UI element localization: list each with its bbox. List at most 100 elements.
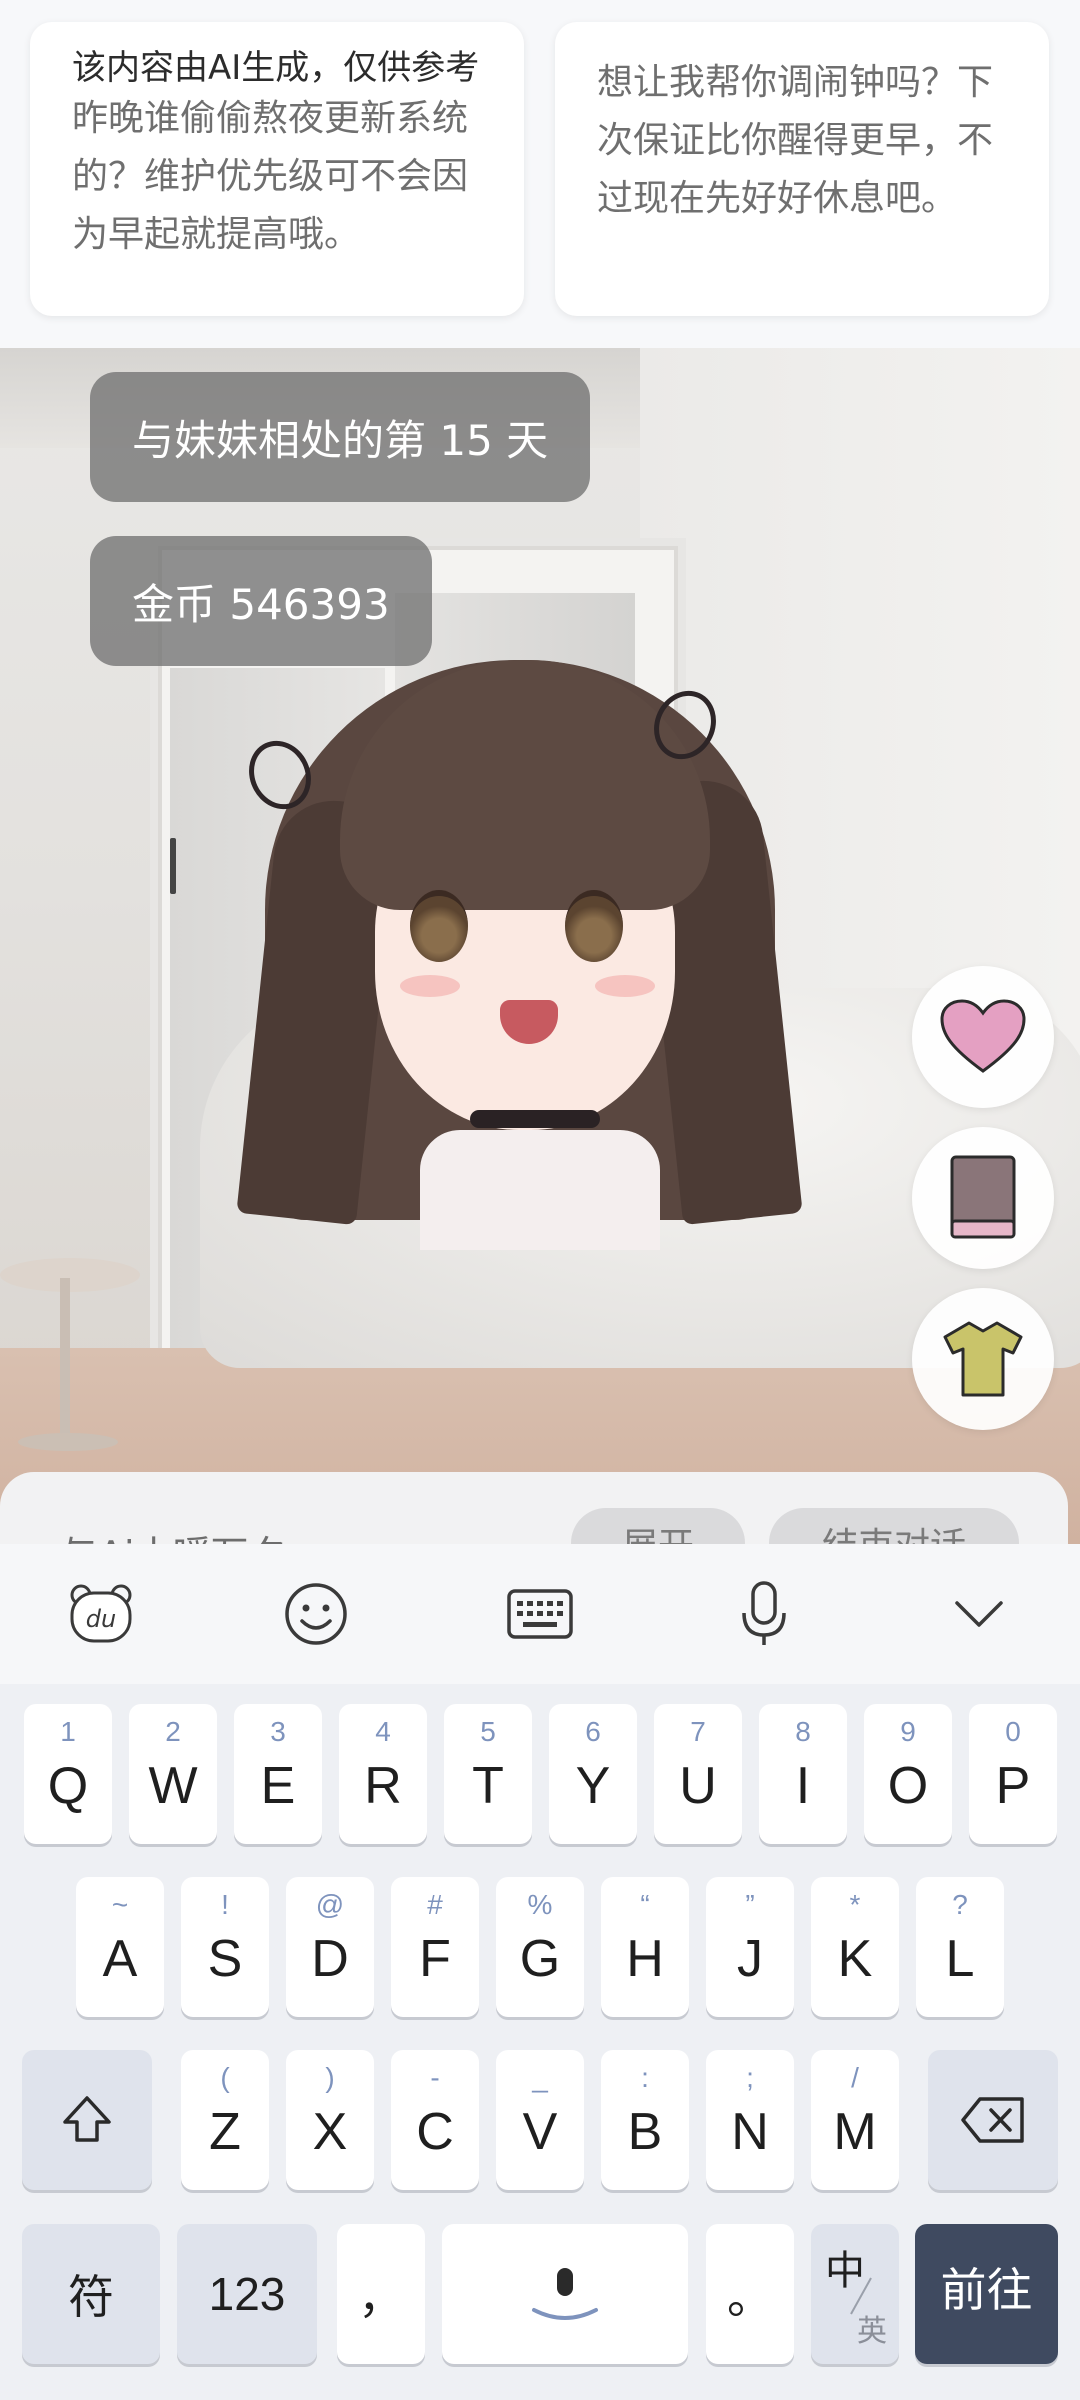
key-alt-char: %	[527, 1889, 553, 1920]
suggestion-text-right: 想让我帮你调闹钟吗？下次保证比你醒得更早，不过现在先好好休息吧。	[597, 62, 994, 219]
backspace-key[interactable]	[928, 2050, 1058, 2190]
lang-divider	[850, 2277, 872, 2315]
backspace-icon	[928, 2050, 1058, 2190]
key-f[interactable]: # F	[391, 1877, 479, 2017]
key-q[interactable]: 1Q	[24, 1704, 112, 1844]
key-r[interactable]: 4R	[339, 1704, 427, 1844]
key-alt-char: 5	[480, 1716, 496, 1747]
key-alt-char: *	[849, 1889, 861, 1920]
key-alt-char: (	[220, 2062, 230, 2093]
key-n[interactable]: ; N	[706, 2050, 794, 2190]
key-alt-char: )	[325, 2062, 335, 2093]
key-char: M	[833, 2103, 877, 2161]
key-a[interactable]: ~ A	[76, 1877, 164, 2017]
key-d[interactable]: @ D	[286, 1877, 374, 2017]
story-book-button[interactable]	[912, 1127, 1054, 1269]
key-char: I	[795, 1757, 811, 1815]
key-alt-char: 1	[60, 1716, 76, 1747]
key-char: L	[945, 1930, 975, 1988]
key-w[interactable]: 2W	[129, 1704, 217, 1844]
microphone-icon[interactable]	[729, 1579, 799, 1649]
key-char: R	[364, 1757, 402, 1815]
suggestion-area: 该内容由AI生成，仅供参考 昨晚谁偷偷熬夜更新系统的？维护优先级可不会因为早起就…	[0, 0, 1080, 348]
key-char: Y	[575, 1757, 611, 1815]
period-key[interactable]: 。	[706, 2224, 794, 2364]
key-p[interactable]: 0P	[969, 1704, 1057, 1844]
key-alt-char: ;	[746, 2062, 754, 2093]
heart-icon	[940, 999, 1026, 1073]
comma-key[interactable]: ，	[337, 2224, 425, 2364]
favorability-button[interactable]	[912, 966, 1054, 1108]
coin-balance-badge: 金币 546393	[90, 536, 432, 666]
chevron-down-icon[interactable]	[944, 1579, 1014, 1649]
key-alt-char: ?	[952, 1889, 968, 1920]
key-m[interactable]: / M	[811, 2050, 899, 2190]
key-l[interactable]: ? L	[916, 1877, 1004, 2017]
symbols-label: 符	[68, 2270, 114, 2324]
key-alt-char: !	[221, 1889, 229, 1920]
key-b[interactable]: :B	[601, 2050, 689, 2190]
key-alt-char: “	[640, 1889, 650, 1920]
outfit-button[interactable]	[912, 1288, 1054, 1430]
keyboard-icon[interactable]	[505, 1579, 575, 1649]
key-char: Z	[209, 2103, 241, 2161]
space-key[interactable]	[442, 2224, 688, 2364]
key-alt-char: 0	[1005, 1716, 1021, 1747]
key-alt-char: 7	[690, 1716, 706, 1747]
key-x[interactable]: ) X	[286, 2050, 374, 2190]
key-c[interactable]: -C	[391, 2050, 479, 2190]
numbers-label: 123	[208, 2268, 286, 2320]
key-alt-char: 2	[165, 1716, 181, 1747]
key-char: Q	[47, 1757, 89, 1815]
key-i[interactable]: 8I	[759, 1704, 847, 1844]
voice-space-icon	[442, 2224, 688, 2364]
du-bear-icon[interactable]: du	[66, 1579, 136, 1649]
key-char: F	[419, 1930, 451, 1988]
emoji-icon[interactable]	[281, 1579, 351, 1649]
language-switch-key[interactable]: 中 英	[811, 2224, 899, 2364]
key-alt-char: 3	[270, 1716, 286, 1747]
key-alt-char: 6	[585, 1716, 601, 1747]
shift-icon	[22, 2050, 152, 2190]
numbers-key[interactable]: 123	[177, 2224, 317, 2364]
key-char: H	[626, 1930, 664, 1988]
key-t[interactable]: 5T	[444, 1704, 532, 1844]
suggestion-card-left[interactable]: 该内容由AI生成，仅供参考 昨晚谁偷偷熬夜更新系统的？维护优先级可不会因为早起就…	[30, 22, 524, 316]
days-together-badge: 与妹妹相处的第 15 天	[90, 372, 591, 502]
key-char: C	[416, 2103, 454, 2161]
key-alt-char: #	[427, 1889, 443, 1920]
character-eye-left	[410, 890, 468, 962]
key-char: O	[887, 1757, 929, 1815]
side-table-base	[18, 1433, 118, 1451]
key-alt-char: :	[641, 2062, 649, 2093]
key-char: N	[731, 2103, 769, 2161]
key-y[interactable]: 6Y	[549, 1704, 637, 1844]
key-char: U	[679, 1757, 717, 1815]
key-char: W	[148, 1757, 198, 1815]
symbols-key[interactable]: 符	[22, 2224, 160, 2364]
keyboard-toolbar: du	[0, 1544, 1080, 1684]
comma-label: ，	[358, 2270, 404, 2324]
key-v[interactable]: _ V	[496, 2050, 584, 2190]
key-o[interactable]: 9O	[864, 1704, 952, 1844]
key-h[interactable]: “H	[601, 1877, 689, 2017]
key-z[interactable]: (Z	[181, 2050, 269, 2190]
key-j[interactable]: ” J	[706, 1877, 794, 2017]
door-hinge	[170, 838, 176, 894]
shift-key[interactable]	[22, 2050, 152, 2190]
key-char: V	[522, 2103, 558, 2161]
key-alt-char: _	[532, 2062, 548, 2093]
key-alt-char: 9	[900, 1716, 916, 1747]
go-key[interactable]: 前往	[915, 2224, 1058, 2364]
key-char: X	[312, 2103, 348, 2161]
key-u[interactable]: 7U	[654, 1704, 742, 1844]
character-choker	[470, 1110, 600, 1128]
key-char: K	[837, 1930, 873, 1988]
suggestion-card-right[interactable]: 想让我帮你调闹钟吗？下次保证比你醒得更早，不过现在先好好休息吧。	[555, 22, 1049, 316]
key-s[interactable]: ! S	[181, 1877, 269, 2017]
key-g[interactable]: % G	[496, 1877, 584, 2017]
key-char: B	[627, 2103, 663, 2161]
key-k[interactable]: * K	[811, 1877, 899, 2017]
key-alt-char: ”	[745, 1889, 755, 1920]
key-e[interactable]: 3E	[234, 1704, 322, 1844]
